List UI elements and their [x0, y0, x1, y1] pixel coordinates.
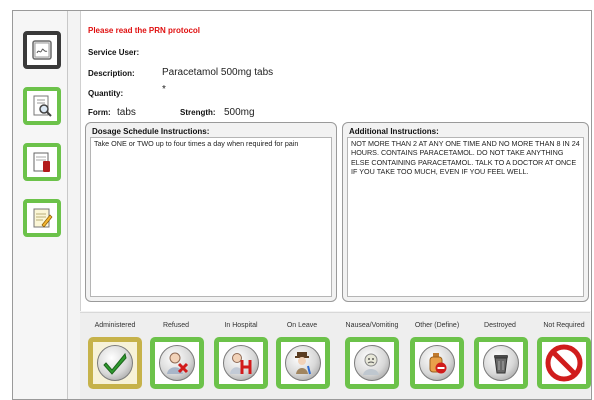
- dosage-panel: Dosage Schedule Instructions: Take ONE o…: [85, 122, 337, 302]
- person-red-x-icon: [159, 345, 195, 381]
- dosage-title: Dosage Schedule Instructions:: [92, 127, 210, 136]
- action-label-on-leave: On Leave: [286, 322, 318, 329]
- additional-panel: Additional Instructions: NOT MORE THAN 2…: [342, 122, 589, 302]
- form-value: tabs: [117, 107, 136, 118]
- additional-text[interactable]: NOT MORE THAN 2 AT ANY ONE TIME AND NO M…: [347, 137, 584, 297]
- service-user-label: Service User:: [88, 48, 140, 57]
- action-label-refused: Refused: [162, 322, 190, 329]
- action-label-not-required: Not Required: [543, 322, 585, 329]
- action-label-other-define: Other (Define): [414, 322, 460, 329]
- medication-book-icon: [33, 152, 50, 172]
- medication-record-button[interactable]: [23, 143, 61, 181]
- description-value: Paracetamol 500mg tabs: [162, 67, 274, 78]
- magnifier-document-icon: [33, 95, 52, 117]
- strength-label: Strength:: [180, 108, 216, 117]
- person-hat-walking-icon: [285, 345, 321, 381]
- strength-value: 500mg: [224, 107, 255, 118]
- protocol-warning[interactable]: Please read the PRN protocol: [88, 26, 200, 35]
- notepad-pencil-icon: [33, 208, 53, 228]
- quantity-label: Quantity:: [88, 89, 124, 98]
- waste-bin-icon: [483, 345, 519, 381]
- dosage-text[interactable]: Take ONE or TWO up to four times a day w…: [90, 137, 332, 297]
- on-leave-button[interactable]: [276, 337, 330, 389]
- not-required-button[interactable]: [537, 337, 591, 389]
- hospital-h-icon: [223, 345, 259, 381]
- bottle-no-entry-icon: [419, 345, 455, 381]
- signature-pad-button[interactable]: [23, 31, 61, 69]
- sick-person-icon: [354, 345, 390, 381]
- refused-button[interactable]: [150, 337, 204, 389]
- form-label: Form:: [88, 108, 111, 117]
- sidebar: [13, 11, 68, 399]
- action-label-destroyed: Destroyed: [484, 322, 516, 329]
- action-label-in-hospital: In Hospital: [224, 322, 258, 329]
- signature-pad-icon: [32, 40, 52, 60]
- administered-button[interactable]: [88, 337, 142, 389]
- destroyed-button[interactable]: [474, 337, 528, 389]
- action-label-administered: Administered: [94, 322, 136, 329]
- nausea-vomiting-button[interactable]: [345, 337, 399, 389]
- description-label: Description:: [88, 69, 135, 78]
- other-define-button[interactable]: [410, 337, 464, 389]
- action-label-nausea-vomiting: Nausea/Vomiting: [345, 322, 399, 329]
- notes-button[interactable]: [23, 199, 61, 237]
- quantity-value: *: [162, 84, 166, 95]
- green-check-icon: [97, 345, 133, 381]
- search-records-button[interactable]: [23, 87, 61, 125]
- prohibited-icon: [545, 344, 583, 382]
- additional-title: Additional Instructions:: [349, 127, 439, 136]
- in-hospital-button[interactable]: [214, 337, 268, 389]
